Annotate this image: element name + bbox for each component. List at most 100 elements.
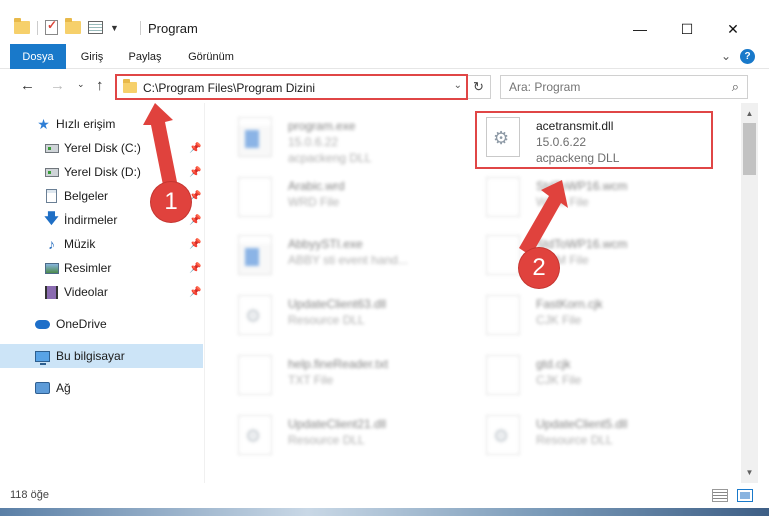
navigation-bar: ← → ⌄ ↑ C:\Program Files\Program Dizini … [0, 69, 769, 103]
properties-check-icon[interactable] [45, 18, 58, 35]
ribbon-tabs: Dosya Giriş Paylaş Görünüm ⌄ ? [0, 44, 769, 69]
address-bar[interactable]: C:\Program Files\Program Dizini ⌄ ↻ [116, 75, 491, 99]
callout-badge-2: 2 [519, 248, 559, 288]
file-type: CJK File [536, 313, 582, 327]
search-icon[interactable]: ⌕ [732, 79, 739, 95]
file-name: StdToWP16.wcm [536, 237, 628, 251]
properties-icon[interactable] [88, 21, 103, 34]
back-arrow-icon[interactable]: ← [20, 77, 35, 94]
onedrive-icon [35, 317, 50, 331]
file-item-acetransmit-dll[interactable]: acetransmit.dll 15.0.6.22 acpackeng DLL [464, 109, 704, 167]
file-item[interactable]: UpdateClient5.dll Resource DLL [464, 407, 704, 465]
file-icon [486, 355, 520, 395]
sidebar-item-this-pc[interactable]: Bu bilgisayar [0, 344, 203, 368]
sidebar-item-onedrive[interactable]: OneDrive [0, 312, 203, 336]
videos-icon [44, 285, 59, 299]
file-item[interactable]: UpdateClient21.dll Resource DLL [216, 407, 456, 465]
file-item[interactable]: help.fineReader.txt TXT File [216, 347, 456, 405]
drive-shape [44, 167, 59, 177]
dll-file-icon [238, 295, 272, 335]
videos-shape [45, 285, 58, 299]
file-version: 15.0.6.22 [288, 135, 339, 149]
tab-view[interactable]: Görünüm [180, 44, 242, 69]
title-separator [140, 21, 141, 35]
sidebar-item-label: OneDrive [56, 317, 107, 331]
file-name: help.fineReader.txt [288, 357, 389, 371]
file-type: ABBY sti event hand... [288, 253, 408, 267]
status-bar: 118 öğe [0, 483, 769, 508]
sidebar-item-videos[interactable]: Videolar 📌 [0, 280, 203, 304]
star-icon: ★ [37, 115, 50, 132]
vertical-scrollbar[interactable]: ▲ ▼ [741, 103, 758, 483]
desktop-background-strip [0, 508, 769, 516]
sidebar-item-label: Resimler [64, 261, 112, 275]
file-type: WCM File [536, 195, 589, 209]
exe-file-icon [238, 117, 272, 157]
recent-locations-chevron-icon[interactable]: ⌄ [77, 79, 85, 90]
address-path[interactable]: C:\Program Files\Program Dizini [143, 81, 315, 95]
details-view-icon[interactable] [712, 489, 728, 502]
large-icons-view-icon[interactable] [737, 489, 753, 502]
file-type: Resource DLL [536, 433, 613, 447]
sidebar-item-network[interactable]: Ağ [0, 376, 203, 400]
expand-ribbon-chevron-icon[interactable]: ⌄ [721, 49, 731, 63]
file-name: UpdateClient5.dll [536, 417, 628, 431]
sidebar-item-local-disk-d[interactable]: Yerel Disk (D:) 📌 [0, 160, 203, 184]
file-name: Arabic.wrd [288, 179, 345, 193]
file-icon [486, 295, 520, 335]
file-item[interactable]: Arabic.wrd WRD File [216, 169, 456, 227]
file-name: FastKorn.cjk [536, 297, 603, 311]
pin-icon[interactable]: 📌 [189, 287, 201, 298]
tab-home[interactable]: Giriş [72, 44, 112, 69]
file-name: AbbyySTI.exe [288, 237, 363, 251]
tab-share[interactable]: Paylaş [122, 44, 168, 69]
pin-icon[interactable]: 📌 [189, 215, 201, 226]
cloud-shape [35, 319, 50, 329]
file-name: UpdateClient63.dll [288, 297, 387, 311]
pin-icon[interactable]: 📌 [189, 143, 201, 154]
tab-file[interactable]: Dosya [10, 44, 66, 69]
new-folder-icon[interactable] [65, 18, 81, 34]
sidebar-item-music[interactable]: ♪ Müzik 📌 [0, 232, 203, 256]
help-button[interactable]: ? [740, 49, 755, 64]
file-item[interactable]: AbbyySTI.exe ABBY sti event hand... [216, 227, 456, 285]
downloads-icon: 🡇 [44, 210, 59, 226]
file-item[interactable]: FastKorn.cjk CJK File [464, 287, 704, 345]
file-item[interactable]: StdToWP16.wcm WCM File [464, 227, 704, 285]
sidebar-item-pictures[interactable]: Resimler 📌 [0, 256, 203, 280]
close-button[interactable]: ✕ [710, 14, 756, 44]
folder-icon [14, 18, 30, 34]
minimize-button[interactable]: — [617, 14, 663, 44]
customize-toolbar-dropdown-icon[interactable]: ▼ [110, 23, 119, 33]
maximize-button[interactable]: ☐ [664, 14, 710, 44]
sidebar-item-local-disk-c[interactable]: Yerel Disk (C:) 📌 [0, 136, 203, 160]
refresh-icon[interactable]: ↻ [466, 76, 490, 98]
dll-file-icon [486, 415, 520, 455]
file-item[interactable]: UpdateClient63.dll Resource DLL [216, 287, 456, 345]
pin-icon[interactable]: 📌 [189, 167, 201, 178]
drive-shape [44, 143, 59, 153]
file-item[interactable]: StdToWP16.wcm WCM File [464, 169, 704, 227]
file-item[interactable]: program.exe 15.0.6.22 acpackeng DLL [216, 109, 456, 167]
drive-icon [44, 165, 59, 179]
sidebar-item-label: Müzik [64, 237, 96, 251]
callout-badge-1: 1 [151, 182, 191, 222]
search-input[interactable] [509, 77, 719, 97]
sidebar-item-quick-access[interactable]: ★ Hızlı erişim [0, 112, 203, 136]
address-dropdown-icon[interactable]: ⌄ [454, 80, 462, 91]
search-box[interactable]: ⌕ [500, 75, 748, 99]
pictures-icon [44, 261, 59, 275]
pin-icon[interactable]: 📌 [189, 263, 201, 274]
scroll-thumb[interactable] [743, 123, 756, 175]
forward-arrow-icon[interactable]: → [50, 77, 65, 94]
file-icon [486, 177, 520, 217]
navigation-pane: ★ Hızlı erişim Yerel Disk (C:) 📌 Yerel D… [0, 103, 205, 483]
file-item[interactable]: gtd.cjk CJK File [464, 347, 704, 405]
scroll-down-arrow-icon[interactable]: ▼ [741, 464, 758, 481]
up-arrow-icon[interactable]: ↑ [96, 77, 104, 94]
file-type: CJK File [536, 373, 582, 387]
dll-file-icon [238, 415, 272, 455]
pin-icon[interactable]: 📌 [189, 239, 201, 250]
window-title: Program [148, 21, 198, 36]
scroll-up-arrow-icon[interactable]: ▲ [741, 105, 758, 122]
